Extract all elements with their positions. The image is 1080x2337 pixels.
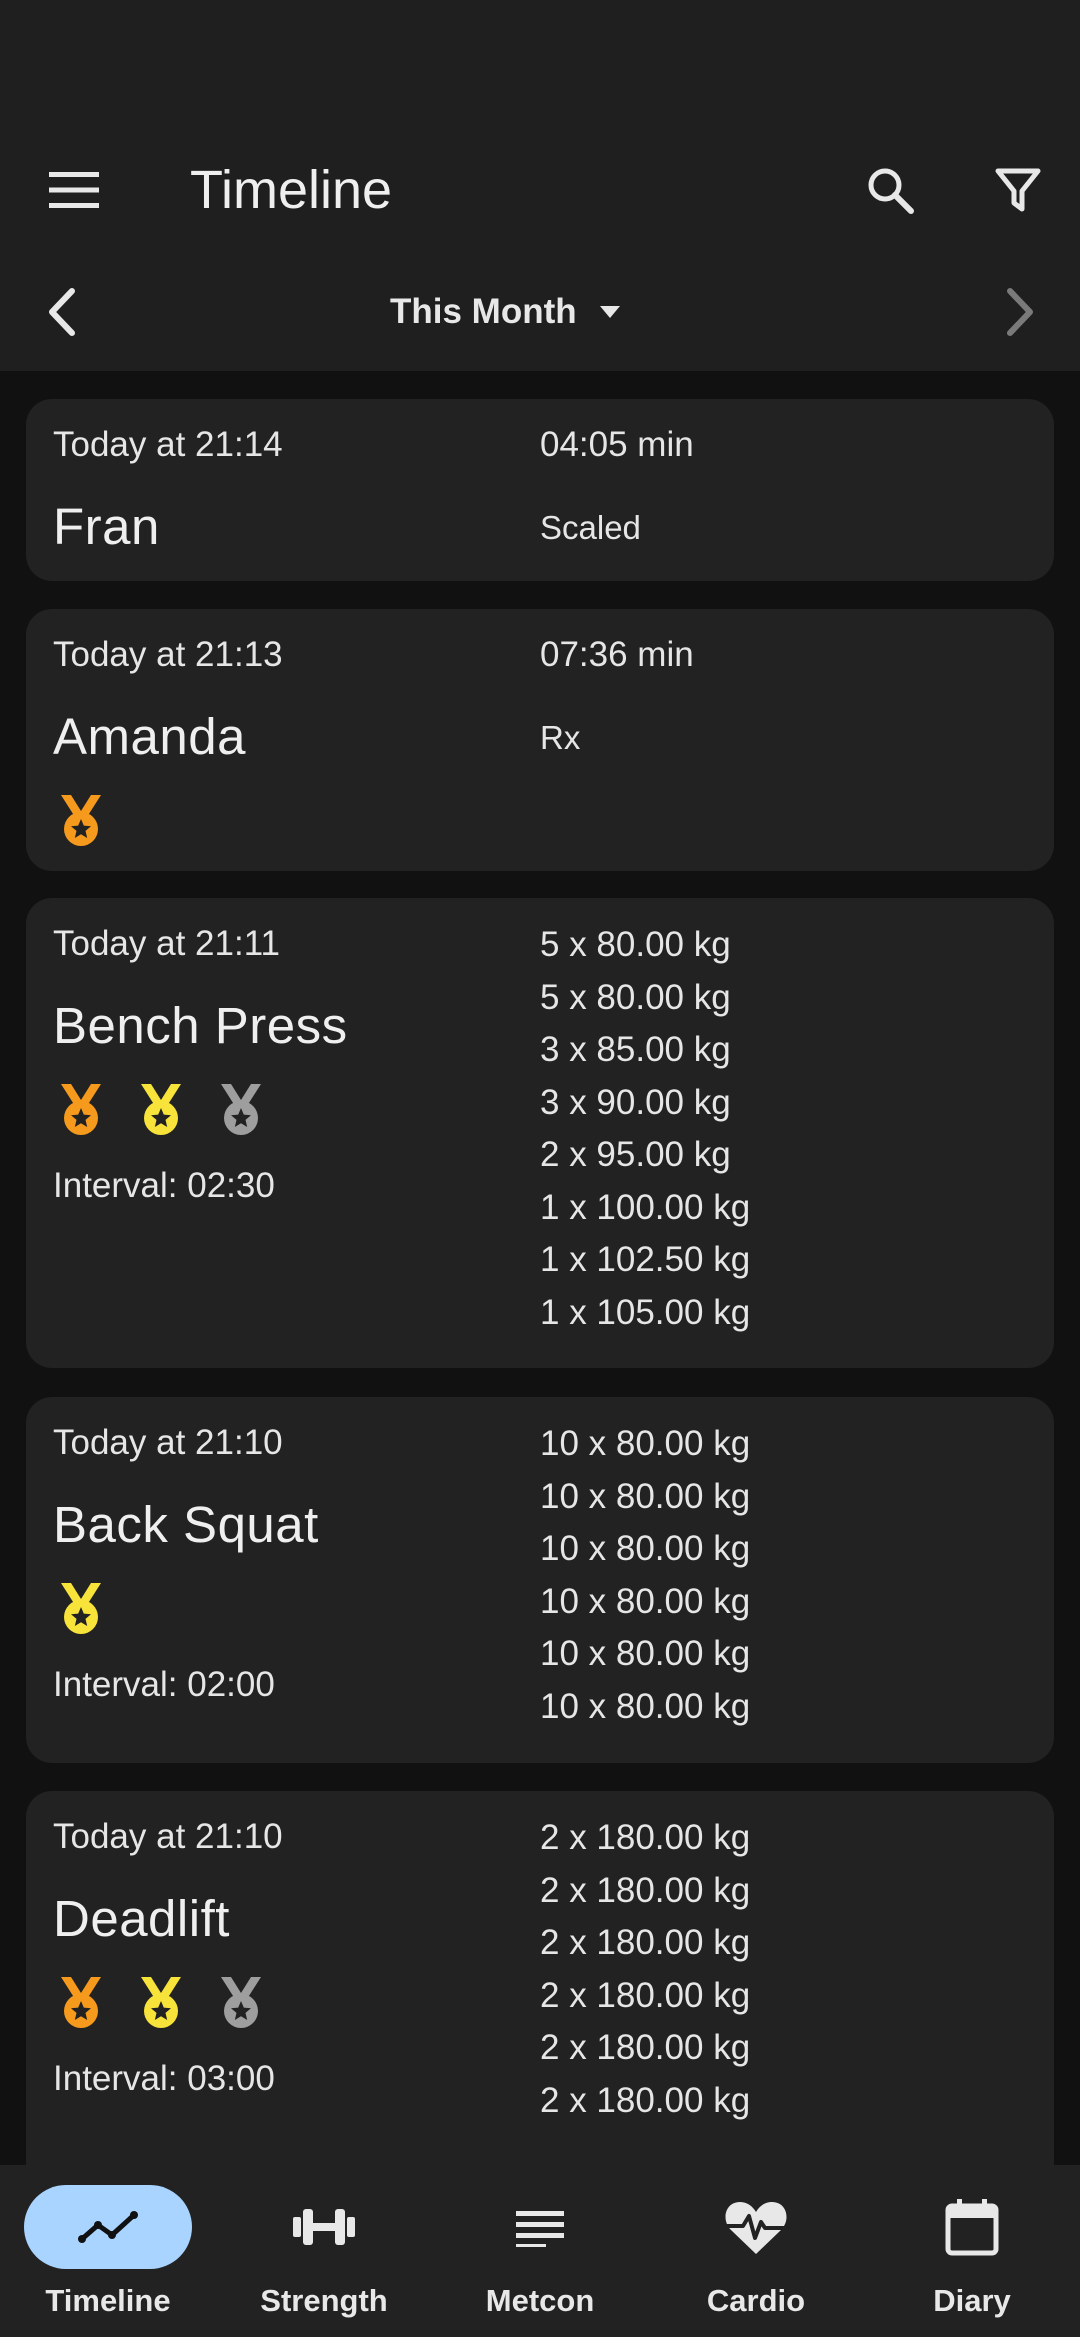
set-row: 1 x 100.00 kg [540,1187,751,1227]
nav-label: Timeline [45,2283,171,2318]
bronze-medal-icon [61,1977,101,2028]
calendar-icon [945,2199,999,2256]
nav-item-metcon[interactable]: Metcon [440,2183,640,2333]
set-row: 2 x 180.00 kg [540,1975,751,2015]
nav-icon-wrap [672,2185,840,2269]
medal-row [53,1975,269,2031]
heartbeat-icon [725,2202,787,2254]
entry-name: Deadlift [53,1890,230,1947]
menu-icon [49,172,99,208]
silver-medal-icon [221,1977,261,2028]
set-row: 2 x 180.00 kg [540,1870,751,1910]
set-row: 2 x 180.00 kg [540,2080,751,2120]
workout-card-deadlift[interactable]: Today at 21:10 Deadlift Interval: 03:00 … [26,1791,1054,2165]
bottom-navigation: Timeline Strength Metcon Cardio Diary [0,2165,1080,2337]
workout-card-back-squat[interactable]: Today at 21:10 Back Squat Interval: 02:0… [26,1397,1054,1763]
previous-period-button[interactable] [30,280,94,344]
nav-icon-wrap [240,2185,408,2269]
timeline-list[interactable]: Today at 21:14 Fran 04:05 min Scaled Tod… [0,371,1080,2165]
entry-scale: Rx [540,719,581,756]
nav-item-strength[interactable]: Strength [224,2183,424,2333]
set-row: 5 x 80.00 kg [540,925,731,964]
set-row: 10 x 80.00 kg [540,1634,751,1673]
menu-button[interactable] [44,160,104,220]
nav-label: Cardio [706,2283,806,2318]
app-bar: Timeline This Month [0,0,1080,371]
entry-name: Bench Press [53,997,348,1054]
silver-medal-icon [221,1084,261,1135]
workout-card-amanda[interactable]: Today at 21:13 Amanda 07:36 min Rx [26,609,1054,871]
dropdown-arrow-icon [599,306,620,318]
set-row: 10 x 80.00 kg [540,1686,751,1726]
bronze-medal-icon [61,795,101,846]
trend-icon [78,2211,138,2243]
entry-date: Today at 21:10 [53,1817,283,1856]
nav-icon-wrap [456,2185,624,2269]
medal-row [53,1082,269,1138]
entry-date: Today at 21:14 [53,425,283,464]
nav-icon-wrap [888,2185,1056,2269]
workout-card-fran[interactable]: Today at 21:14 Fran 04:05 min Scaled [26,399,1054,581]
gold-medal-icon [61,1583,101,1634]
filter-button[interactable] [988,160,1048,220]
entry-interval: Interval: 02:30 [53,1166,275,1205]
filter-icon [995,168,1041,212]
medal-row [53,1581,109,1637]
set-row: 1 x 105.00 kg [540,1292,751,1332]
entry-result: 04:05 min [540,425,694,464]
dumbbell-icon [293,2209,355,2245]
entry-result: 07:36 min [540,635,694,674]
entry-interval: Interval: 03:00 [53,2059,275,2098]
chevron-right-icon [1007,288,1033,336]
nav-label: Diary [933,2283,1011,2318]
page-title: Timeline [190,160,393,220]
notes-icon [516,2211,564,2247]
gold-medal-icon [141,1084,181,1135]
period-label: This Month [390,292,577,331]
chevron-left-icon [49,288,75,336]
set-list: 5 x 80.00 kg 5 x 80.00 kg 3 x 85.00 kg 3… [540,924,750,1344]
entry-date: Today at 21:13 [53,635,283,674]
gold-medal-icon [141,1977,181,2028]
nav-item-cardio[interactable]: Cardio [656,2183,856,2333]
set-row: 3 x 90.00 kg [540,1082,731,1122]
nav-label: Strength [260,2283,388,2318]
set-row: 2 x 95.00 kg [540,1135,731,1174]
set-row: 10 x 80.00 kg [540,1476,751,1516]
entry-date: Today at 21:10 [53,1423,283,1462]
set-row: 2 x 180.00 kg [540,2028,751,2067]
nav-item-diary[interactable]: Diary [872,2183,1072,2333]
set-list: 10 x 80.00 kg 10 x 80.00 kg 10 x 80.00 k… [540,1423,750,1738]
entry-name: Back Squat [53,1496,319,1553]
set-row: 2 x 180.00 kg [540,1818,751,1857]
nav-active-indicator [24,2185,192,2269]
bronze-medal-icon [61,1084,101,1135]
period-selector[interactable]: This Month [390,284,621,340]
entry-date: Today at 21:11 [53,924,281,963]
medal-row [53,793,109,849]
set-row: 1 x 102.50 kg [540,1240,751,1279]
set-row: 2 x 180.00 kg [540,1923,751,1962]
set-row: 10 x 80.00 kg [540,1581,751,1621]
entry-name: Amanda [53,708,246,765]
set-row: 10 x 80.00 kg [540,1529,751,1568]
nav-label: Metcon [485,2283,595,2318]
next-period-button[interactable] [988,280,1052,344]
entry-name: Fran [53,498,160,555]
entry-scale: Scaled [540,509,641,546]
workout-card-bench-press[interactable]: Today at 21:11 Bench Press Interval: 02:… [26,898,1054,1368]
search-icon [868,168,914,214]
set-row: 5 x 80.00 kg [540,977,731,1017]
search-button[interactable] [860,160,920,220]
set-row: 10 x 80.00 kg [540,1424,751,1463]
set-list: 2 x 180.00 kg 2 x 180.00 kg 2 x 180.00 k… [540,1817,750,2132]
nav-item-timeline[interactable]: Timeline [8,2183,208,2333]
set-row: 3 x 85.00 kg [540,1030,731,1069]
entry-interval: Interval: 02:00 [53,1665,275,1704]
